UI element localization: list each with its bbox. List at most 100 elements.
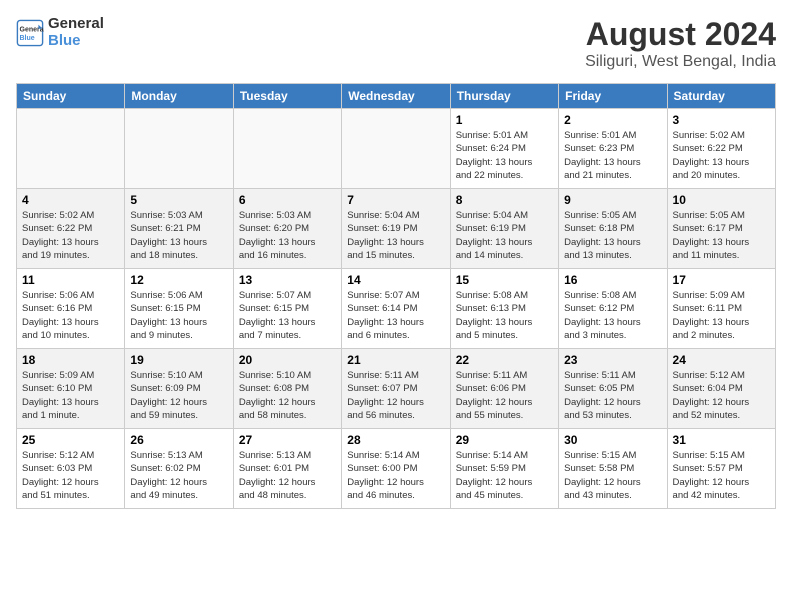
day-info: Sunrise: 5:02 AM Sunset: 6:22 PM Dayligh… xyxy=(22,209,119,262)
day-info: Sunrise: 5:10 AM Sunset: 6:09 PM Dayligh… xyxy=(130,369,227,422)
day-header-sunday: Sunday xyxy=(17,84,125,109)
calendar-cell xyxy=(233,109,341,189)
day-info: Sunrise: 5:07 AM Sunset: 6:15 PM Dayligh… xyxy=(239,289,336,342)
calendar-cell: 22Sunrise: 5:11 AM Sunset: 6:06 PM Dayli… xyxy=(450,349,558,429)
day-header-saturday: Saturday xyxy=(667,84,775,109)
day-info: Sunrise: 5:10 AM Sunset: 6:08 PM Dayligh… xyxy=(239,369,336,422)
day-number: 1 xyxy=(456,113,553,127)
day-number: 24 xyxy=(673,353,770,367)
day-info: Sunrise: 5:09 AM Sunset: 6:10 PM Dayligh… xyxy=(22,369,119,422)
calendar-cell: 9 Sunrise: 5:05 AM Sunset: 6:18 PM Daylig… xyxy=(559,189,667,269)
calendar-cell: 25 Sunrise: 5:12 AM Sunset: 6:03 PM Dayli… xyxy=(17,429,125,509)
day-number: 18 xyxy=(22,353,119,367)
subtitle: Siliguri, West Bengal, India xyxy=(585,53,776,71)
calendar-cell xyxy=(17,109,125,189)
day-number: 16 xyxy=(564,273,661,287)
day-number: 20 xyxy=(239,353,336,367)
day-number: 13 xyxy=(239,273,336,287)
day-number: 11 xyxy=(22,273,119,287)
calendar-cell: 20 Sunrise: 5:10 AM Sunset: 6:08 PM Dayli… xyxy=(233,349,341,429)
day-info: Sunrise: 5:12 AM Sunset: 6:03 PM Dayligh… xyxy=(22,449,119,502)
calendar-cell: 4 Sunrise: 5:02 AM Sunset: 6:22 PM Daylig… xyxy=(17,189,125,269)
day-number: 15 xyxy=(456,273,553,287)
calendar-cell: 6Sunrise: 5:03 AM Sunset: 6:20 PM Daylig… xyxy=(233,189,341,269)
day-header-tuesday: Tuesday xyxy=(233,84,341,109)
main-title: August 2024 xyxy=(585,16,776,53)
day-info: Sunrise: 5:04 AM Sunset: 6:19 PM Dayligh… xyxy=(456,209,553,262)
day-number: 4 xyxy=(22,193,119,207)
calendar-cell: 29Sunrise: 5:14 AM Sunset: 5:59 PM Dayli… xyxy=(450,429,558,509)
calendar-cell: 23 Sunrise: 5:11 AM Sunset: 6:05 PM Dayli… xyxy=(559,349,667,429)
day-info: Sunrise: 5:03 AM Sunset: 6:20 PM Dayligh… xyxy=(239,209,336,262)
calendar-cell: 19 Sunrise: 5:10 AM Sunset: 6:09 PM Dayli… xyxy=(125,349,233,429)
day-info: Sunrise: 5:06 AM Sunset: 6:16 PM Dayligh… xyxy=(22,289,119,342)
day-header-thursday: Thursday xyxy=(450,84,558,109)
calendar-cell: 3 Sunrise: 5:02 AM Sunset: 6:22 PM Daylig… xyxy=(667,109,775,189)
day-info: Sunrise: 5:09 AM Sunset: 6:11 PM Dayligh… xyxy=(673,289,770,342)
day-number: 3 xyxy=(673,113,770,127)
calendar-cell xyxy=(342,109,450,189)
day-info: Sunrise: 5:14 AM Sunset: 6:00 PM Dayligh… xyxy=(347,449,444,502)
calendar-body: 1 Sunrise: 5:01 AM Sunset: 6:24 PM Daylig… xyxy=(17,109,776,509)
day-number: 25 xyxy=(22,433,119,447)
logo-icon: General Blue xyxy=(16,19,44,47)
day-number: 27 xyxy=(239,433,336,447)
day-info: Sunrise: 5:11 AM Sunset: 6:05 PM Dayligh… xyxy=(564,369,661,422)
day-number: 10 xyxy=(673,193,770,207)
title-area: August 2024 Siliguri, West Bengal, India xyxy=(585,16,776,71)
calendar-cell: 14Sunrise: 5:07 AM Sunset: 6:14 PM Dayli… xyxy=(342,269,450,349)
calendar-cell: 26 Sunrise: 5:13 AM Sunset: 6:02 PM Dayli… xyxy=(125,429,233,509)
day-number: 23 xyxy=(564,353,661,367)
day-info: Sunrise: 5:08 AM Sunset: 6:13 PM Dayligh… xyxy=(456,289,553,342)
calendar-cell: 13 Sunrise: 5:07 AM Sunset: 6:15 PM Dayli… xyxy=(233,269,341,349)
calendar-week-row: 11 Sunrise: 5:06 AM Sunset: 6:16 PM Dayli… xyxy=(17,269,776,349)
calendar-week-row: 1 Sunrise: 5:01 AM Sunset: 6:24 PM Daylig… xyxy=(17,109,776,189)
day-number: 30 xyxy=(564,433,661,447)
calendar-cell: 11 Sunrise: 5:06 AM Sunset: 6:16 PM Dayli… xyxy=(17,269,125,349)
day-number: 26 xyxy=(130,433,227,447)
logo-line1: General xyxy=(48,16,104,33)
calendar-cell: 7Sunrise: 5:04 AM Sunset: 6:19 PM Daylig… xyxy=(342,189,450,269)
calendar-cell: 5 Sunrise: 5:03 AM Sunset: 6:21 PM Daylig… xyxy=(125,189,233,269)
day-number: 17 xyxy=(673,273,770,287)
day-number: 21 xyxy=(347,353,444,367)
calendar-cell: 12Sunrise: 5:06 AM Sunset: 6:15 PM Dayli… xyxy=(125,269,233,349)
calendar-week-row: 18 Sunrise: 5:09 AM Sunset: 6:10 PM Dayli… xyxy=(17,349,776,429)
calendar-week-row: 4 Sunrise: 5:02 AM Sunset: 6:22 PM Daylig… xyxy=(17,189,776,269)
day-header-monday: Monday xyxy=(125,84,233,109)
day-info: Sunrise: 5:02 AM Sunset: 6:22 PM Dayligh… xyxy=(673,129,770,182)
day-info: Sunrise: 5:13 AM Sunset: 6:01 PM Dayligh… xyxy=(239,449,336,502)
calendar-cell: 27 Sunrise: 5:13 AM Sunset: 6:01 PM Dayli… xyxy=(233,429,341,509)
calendar-week-row: 25 Sunrise: 5:12 AM Sunset: 6:03 PM Dayli… xyxy=(17,429,776,509)
day-number: 2 xyxy=(564,113,661,127)
day-info: Sunrise: 5:03 AM Sunset: 6:21 PM Dayligh… xyxy=(130,209,227,262)
day-number: 9 xyxy=(564,193,661,207)
day-info: Sunrise: 5:05 AM Sunset: 6:18 PM Dayligh… xyxy=(564,209,661,262)
calendar-header-row: SundayMondayTuesdayWednesdayThursdayFrid… xyxy=(17,84,776,109)
day-header-wednesday: Wednesday xyxy=(342,84,450,109)
svg-text:Blue: Blue xyxy=(20,35,35,42)
calendar-cell: 24 Sunrise: 5:12 AM Sunset: 6:04 PM Dayli… xyxy=(667,349,775,429)
day-number: 5 xyxy=(130,193,227,207)
day-info: Sunrise: 5:13 AM Sunset: 6:02 PM Dayligh… xyxy=(130,449,227,502)
day-info: Sunrise: 5:15 AM Sunset: 5:57 PM Dayligh… xyxy=(673,449,770,502)
calendar-cell: 15 Sunrise: 5:08 AM Sunset: 6:13 PM Dayli… xyxy=(450,269,558,349)
calendar-cell: 16Sunrise: 5:08 AM Sunset: 6:12 PM Dayli… xyxy=(559,269,667,349)
day-info: Sunrise: 5:14 AM Sunset: 5:59 PM Dayligh… xyxy=(456,449,553,502)
day-number: 28 xyxy=(347,433,444,447)
day-number: 19 xyxy=(130,353,227,367)
day-info: Sunrise: 5:05 AM Sunset: 6:17 PM Dayligh… xyxy=(673,209,770,262)
calendar-cell: 10 Sunrise: 5:05 AM Sunset: 6:17 PM Dayli… xyxy=(667,189,775,269)
day-info: Sunrise: 5:12 AM Sunset: 6:04 PM Dayligh… xyxy=(673,369,770,422)
calendar-table: SundayMondayTuesdayWednesdayThursdayFrid… xyxy=(16,83,776,509)
logo: General Blue General Blue xyxy=(16,16,104,49)
calendar-cell: 2Sunrise: 5:01 AM Sunset: 6:23 PM Daylig… xyxy=(559,109,667,189)
calendar-cell: 31Sunrise: 5:15 AM Sunset: 5:57 PM Dayli… xyxy=(667,429,775,509)
logo-line2: Blue xyxy=(48,33,104,50)
day-number: 12 xyxy=(130,273,227,287)
day-info: Sunrise: 5:07 AM Sunset: 6:14 PM Dayligh… xyxy=(347,289,444,342)
day-number: 8 xyxy=(456,193,553,207)
day-info: Sunrise: 5:04 AM Sunset: 6:19 PM Dayligh… xyxy=(347,209,444,262)
day-info: Sunrise: 5:01 AM Sunset: 6:24 PM Dayligh… xyxy=(456,129,553,182)
day-info: Sunrise: 5:11 AM Sunset: 6:06 PM Dayligh… xyxy=(456,369,553,422)
